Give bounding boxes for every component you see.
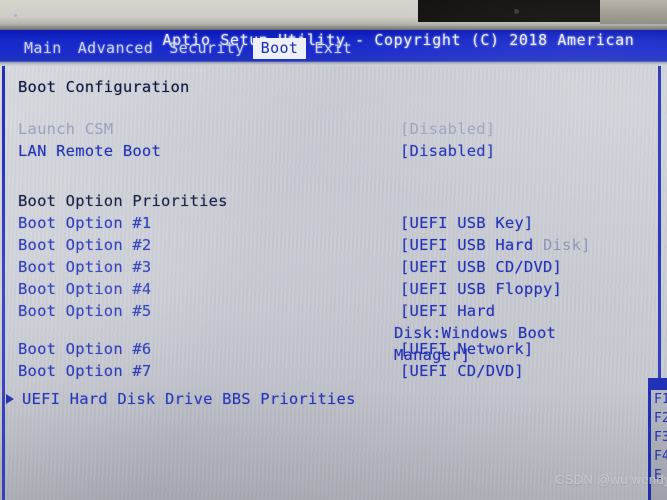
boot-option-4-label[interactable]: Boot Option #4: [18, 278, 151, 300]
setting-label-lan-remote-boot[interactable]: LAN Remote Boot: [18, 140, 161, 162]
tab-main[interactable]: Main: [16, 38, 70, 59]
boot-option-7-label[interactable]: Boot Option #7: [18, 360, 151, 382]
right-triangle-icon: [6, 394, 14, 404]
watermark: CSDN @wu wendy: [555, 472, 667, 487]
tab-advanced[interactable]: Advanced: [70, 38, 161, 59]
hotkey-f4[interactable]: F4: [651, 447, 667, 466]
section-title-boot-option-priorities: Boot Option Priorities: [18, 192, 228, 210]
submenu-uefi-hard-disk-drive-bbs-priorities[interactable]: UEFI Hard Disk Drive BBS Priorities: [22, 388, 356, 410]
boot-option-3-label[interactable]: Boot Option #3: [18, 256, 151, 278]
help-panel-top-border: [648, 378, 667, 390]
tab-boot[interactable]: Boot: [252, 37, 307, 59]
hotkey-f1[interactable]: F1: [651, 390, 667, 409]
section-title-boot-configuration: Boot Configuration: [18, 78, 190, 96]
hotkey-f3[interactable]: F3: [651, 428, 667, 447]
monitor-bezel: [0, 0, 667, 30]
boot-option-1-value[interactable]: [UEFI USB Key]: [400, 212, 533, 234]
bios-setup-screenshot: Aptio Setup Utility - Copyright (C) 2018…: [0, 0, 667, 500]
boot-option-2-value-head: [UEFI USB Hard: [400, 236, 543, 254]
tab-security[interactable]: Security: [161, 38, 252, 59]
boot-option-6-label[interactable]: Boot Option #6: [18, 338, 151, 360]
setting-value-launch-csm[interactable]: [Disabled]: [400, 118, 495, 140]
boot-option-2-value-tail: Disk]: [542, 236, 591, 254]
boot-option-5-value-line1[interactable]: [UEFI Hard: [400, 300, 495, 322]
menu-bar: Main Advanced Security Boot Exit: [0, 36, 667, 60]
boot-settings-content: Boot Configuration Launch CSM [Disabled]…: [0, 66, 667, 500]
boot-option-2-value[interactable]: [UEFI USB Hard Disk]: [400, 234, 591, 256]
boot-option-4-value[interactable]: [UEFI USB Floppy]: [400, 278, 562, 300]
boot-option-1-label[interactable]: Boot Option #1: [18, 212, 151, 234]
boot-option-2-label[interactable]: Boot Option #2: [18, 234, 151, 256]
bezel-dark-object: [418, 0, 602, 22]
bezel-right-object: [600, 0, 667, 24]
boot-option-3-value[interactable]: [UEFI USB CD/DVD]: [400, 256, 562, 278]
setting-value-lan-remote-boot[interactable]: [Disabled]: [400, 140, 495, 162]
boot-option-7-value[interactable]: [UEFI CD/DVD]: [400, 360, 524, 382]
setting-label-launch-csm[interactable]: Launch CSM: [18, 118, 113, 140]
tab-exit[interactable]: Exit: [306, 38, 360, 59]
boot-option-5-label[interactable]: Boot Option #5: [18, 300, 151, 322]
hotkey-f2[interactable]: F2: [651, 409, 667, 428]
boot-option-6-value[interactable]: [UEFI Network]: [400, 338, 533, 360]
menu-leading-dot: [14, 14, 17, 17]
